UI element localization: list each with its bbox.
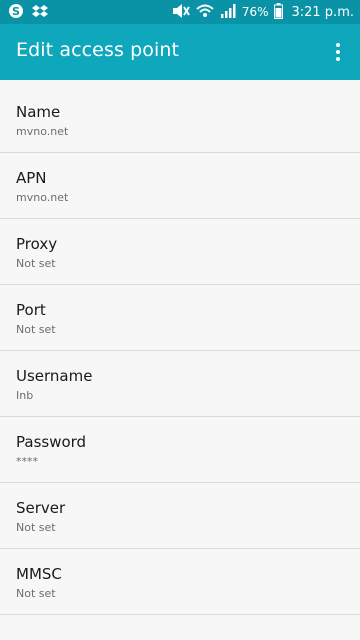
battery-percent: 76% <box>242 2 269 22</box>
status-right-icons: 76% 3:21 p.m. <box>172 2 354 22</box>
setting-server[interactable]: Server Not set <box>0 483 360 549</box>
setting-value: Not set <box>16 257 56 270</box>
more-vert-icon[interactable] <box>330 40 346 64</box>
mute-icon <box>172 3 190 22</box>
svg-text:S: S <box>12 5 20 18</box>
setting-apn[interactable]: APN mvno.net <box>0 153 360 219</box>
setting-value: Inb <box>16 389 33 402</box>
setting-password[interactable]: Password **** <box>0 417 360 483</box>
setting-label: Name <box>16 103 60 121</box>
status-left-icons: S <box>8 3 48 23</box>
setting-value: mvno.net <box>16 191 68 204</box>
status-time: 3:21 p.m. <box>291 5 354 20</box>
battery-icon <box>274 3 283 22</box>
setting-label: APN <box>16 169 47 187</box>
setting-value: Not set <box>16 323 56 336</box>
status-bar: S <box>0 0 360 24</box>
skype-icon: S <box>8 3 24 23</box>
setting-label: Proxy <box>16 235 57 253</box>
signal-icon <box>220 3 236 22</box>
setting-label: MMSC <box>16 565 62 583</box>
setting-port[interactable]: Port Not set <box>0 285 360 351</box>
wifi-icon <box>196 3 214 22</box>
setting-value: Not set <box>16 521 56 534</box>
dropbox-icon <box>32 3 48 23</box>
setting-mmsc[interactable]: MMSC Not set <box>0 549 360 615</box>
setting-label: Port <box>16 301 46 319</box>
setting-proxy[interactable]: Proxy Not set <box>0 219 360 285</box>
setting-value: mvno.net <box>16 125 68 138</box>
app-bar: Edit access point <box>0 24 360 80</box>
setting-value: **** <box>16 455 38 468</box>
setting-name[interactable]: Name mvno.net <box>0 87 360 153</box>
setting-username[interactable]: Username Inb <box>0 351 360 417</box>
page-title: Edit access point <box>16 39 179 61</box>
setting-label: Server <box>16 499 65 517</box>
settings-list: Name mvno.net APN mvno.net Proxy Not set… <box>0 87 360 615</box>
setting-label: Password <box>16 433 86 451</box>
setting-value: Not set <box>16 587 56 600</box>
setting-label: Username <box>16 367 92 385</box>
